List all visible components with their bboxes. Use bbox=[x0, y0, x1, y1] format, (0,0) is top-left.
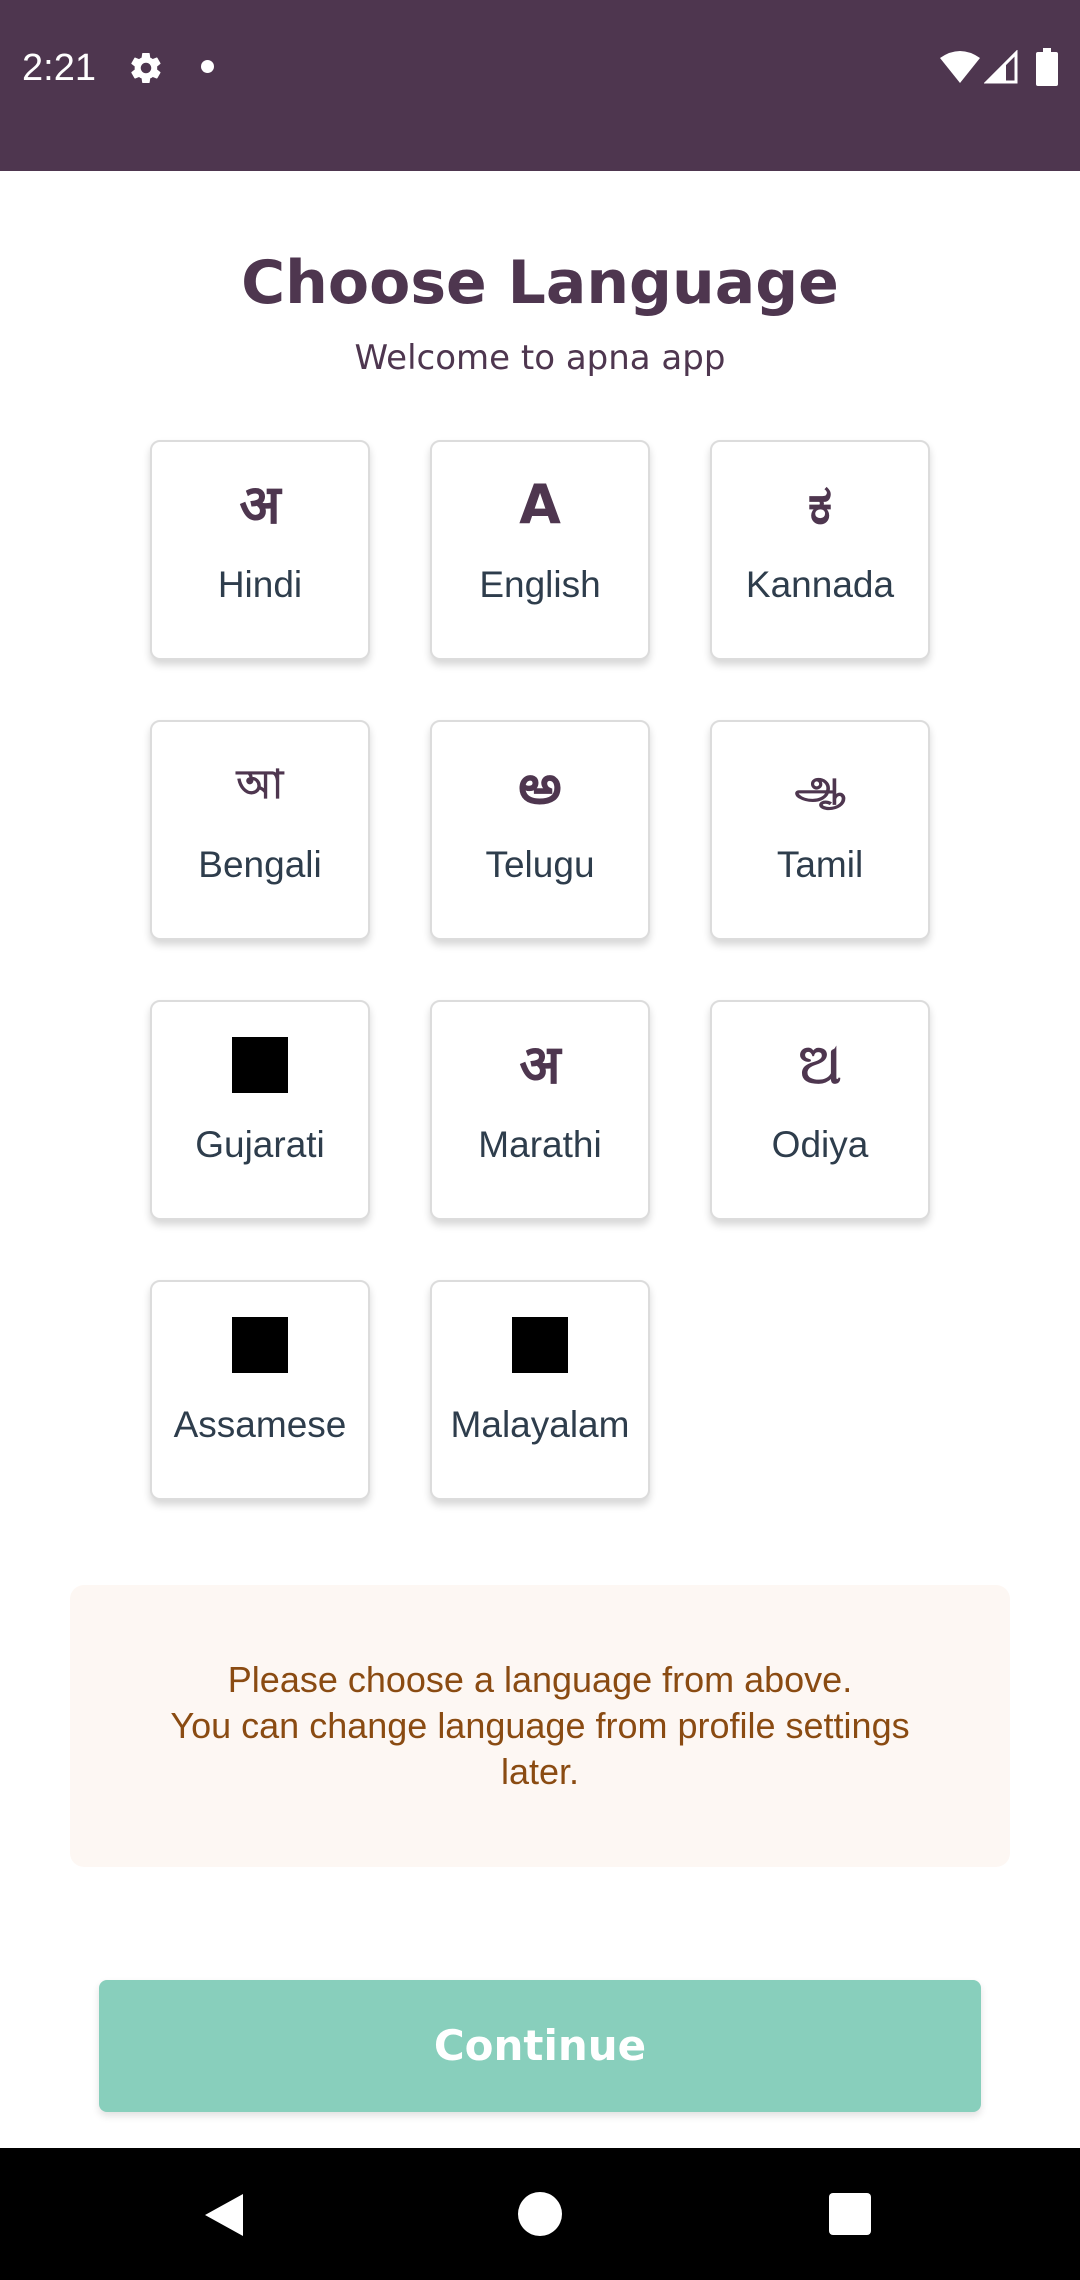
language-card-hindi[interactable]: अ Hindi bbox=[150, 440, 370, 660]
hindi-script-icon: अ bbox=[239, 473, 281, 536]
language-card-tamil[interactable]: ஆ Tamil bbox=[710, 720, 930, 940]
language-card-assamese[interactable]: Assamese bbox=[150, 1280, 370, 1500]
language-label: English bbox=[479, 564, 601, 605]
recents-icon[interactable] bbox=[829, 2193, 871, 2235]
wifi-icon bbox=[940, 51, 980, 83]
language-card-marathi[interactable]: अ Marathi bbox=[430, 1000, 650, 1220]
kannada-script-icon: ಕ bbox=[807, 473, 833, 536]
page-subtitle: Welcome to apna app bbox=[354, 338, 726, 378]
malayalam-script-icon bbox=[432, 1310, 648, 1380]
gujarati-script-icon bbox=[152, 1030, 368, 1100]
status-bar: 2:21 bbox=[0, 0, 1080, 171]
language-card-gujarati[interactable]: Gujarati bbox=[150, 1000, 370, 1220]
language-card-english[interactable]: A English bbox=[430, 440, 650, 660]
back-icon[interactable] bbox=[203, 2192, 247, 2238]
language-label: Odiya bbox=[771, 1124, 869, 1165]
continue-button[interactable]: Continue bbox=[99, 1980, 981, 2112]
language-card-bengali[interactable]: আ Bengali bbox=[150, 720, 370, 940]
language-card-malayalam[interactable]: Malayalam bbox=[430, 1280, 650, 1500]
page-title: Choose Language bbox=[241, 248, 839, 318]
battery-icon bbox=[1036, 48, 1058, 86]
cell-signal-icon bbox=[984, 50, 1018, 84]
language-label: Hindi bbox=[217, 564, 303, 605]
language-label: Telugu bbox=[485, 844, 595, 885]
language-label: Assamese bbox=[173, 1404, 347, 1445]
tamil-script-icon: ஆ bbox=[794, 762, 846, 808]
language-label: Gujarati bbox=[195, 1124, 325, 1165]
language-grid: अ Hindi A English ಕ Kannada আ Bengali అ … bbox=[150, 440, 930, 1515]
language-card-telugu[interactable]: అ Telugu bbox=[430, 720, 650, 940]
info-text: Please choose a language from above. You… bbox=[170, 1659, 910, 1792]
odiya-script-icon: ଅ bbox=[798, 1033, 842, 1096]
language-label: Malayalam bbox=[450, 1404, 630, 1445]
navigation-bar bbox=[0, 2148, 1080, 2280]
info-banner: Please choose a language from above. You… bbox=[70, 1585, 1010, 1867]
marathi-script-icon: अ bbox=[519, 1033, 561, 1096]
language-label: Kannada bbox=[745, 564, 895, 605]
notification-dot-icon bbox=[201, 60, 214, 73]
status-time: 2:21 bbox=[22, 47, 96, 89]
bengali-script-icon: আ bbox=[236, 762, 284, 808]
gear-icon bbox=[131, 53, 161, 84]
language-label: Bengali bbox=[198, 844, 322, 885]
language-card-odiya[interactable]: ଅ Odiya bbox=[710, 1000, 930, 1220]
language-label: Marathi bbox=[478, 1124, 602, 1165]
language-card-kannada[interactable]: ಕ Kannada bbox=[710, 440, 930, 660]
home-icon[interactable] bbox=[518, 2192, 562, 2236]
language-label: Tamil bbox=[776, 844, 864, 885]
telugu-script-icon: అ bbox=[518, 753, 562, 816]
assamese-script-icon bbox=[152, 1310, 368, 1380]
english-script-icon: A bbox=[519, 473, 561, 536]
